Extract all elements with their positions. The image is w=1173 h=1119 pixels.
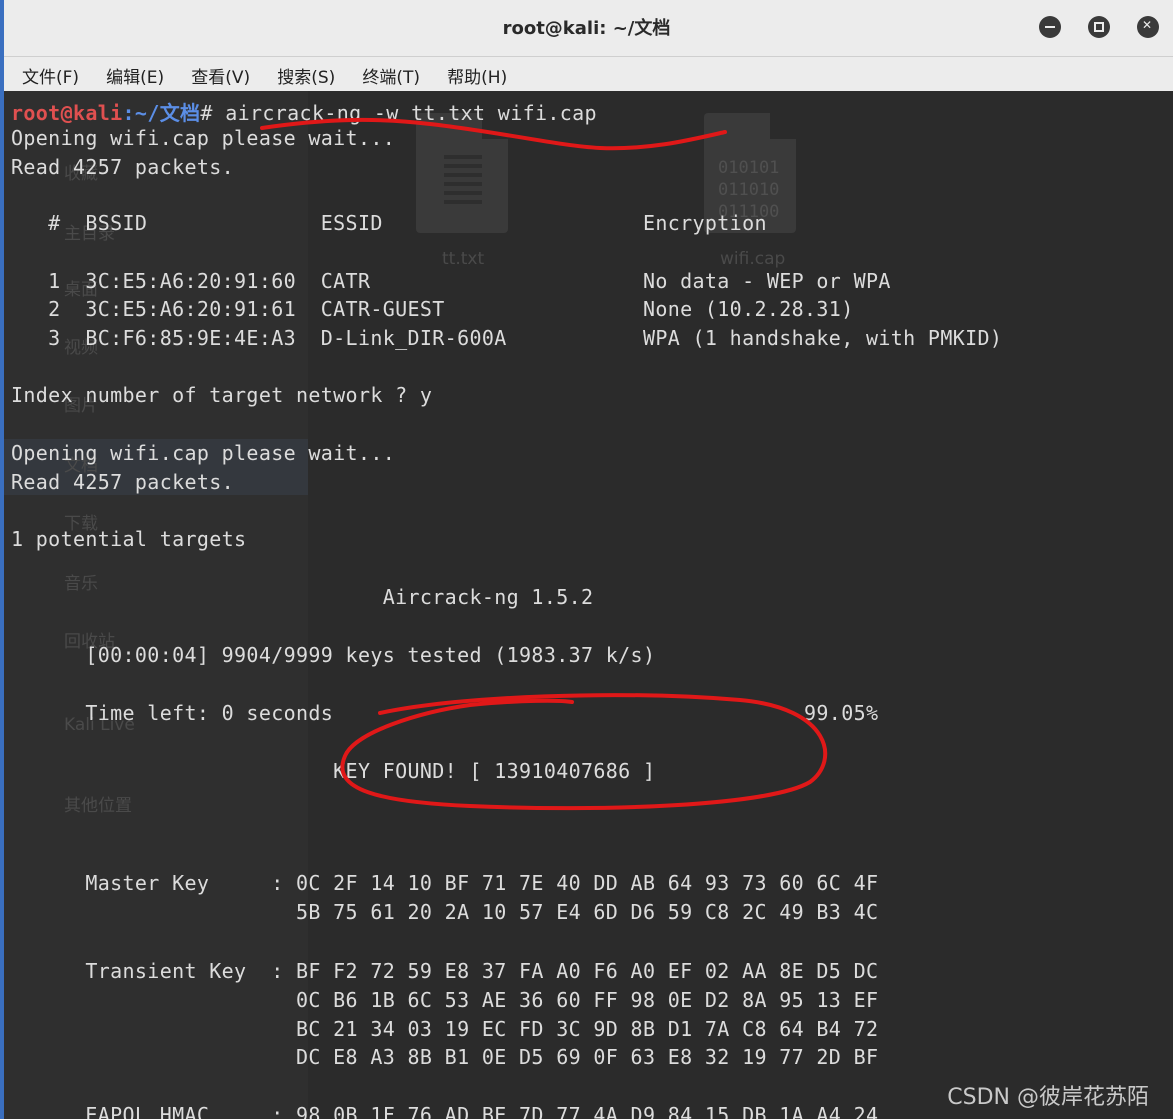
key-found-circle xyxy=(340,693,828,811)
command-underline xyxy=(260,117,727,151)
annotation-overlay xyxy=(260,117,828,811)
watermark: CSDN @彼岸花苏陌 xyxy=(947,1085,1149,1110)
